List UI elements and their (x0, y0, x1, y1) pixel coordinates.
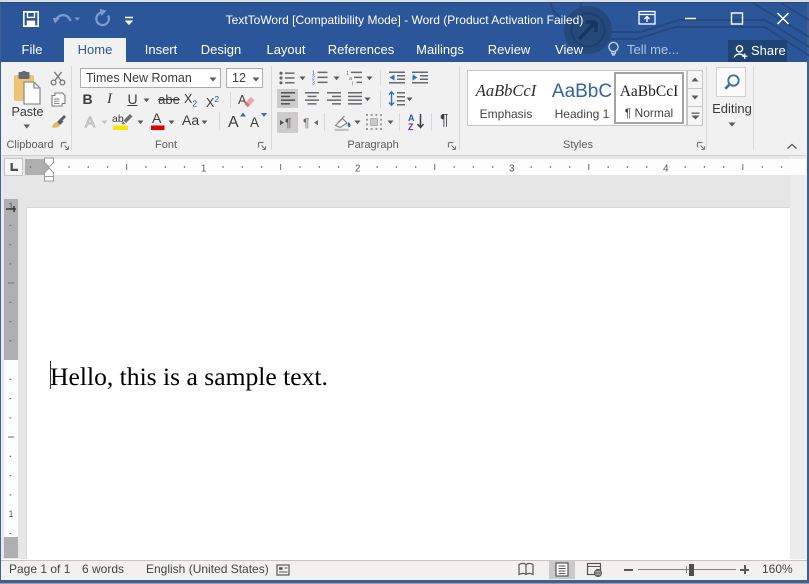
svg-text:2: 2 (355, 164, 361, 175)
svg-text:¶: ¶ (285, 116, 291, 129)
svg-text:i: i (352, 81, 353, 85)
svg-text:A: A (152, 110, 162, 126)
svg-text:¶: ¶ (303, 116, 309, 129)
svg-text:A: A (228, 114, 239, 130)
svg-text:1: 1 (8, 509, 13, 519)
svg-text:3: 3 (312, 81, 315, 85)
svg-text:3: 3 (509, 164, 515, 175)
svg-text:A: A (250, 115, 259, 130)
svg-text:Z: Z (408, 122, 414, 131)
svg-text:A: A (85, 114, 95, 129)
svg-text:1: 1 (201, 164, 207, 175)
svg-text:4: 4 (663, 164, 669, 175)
svg-text:ab: ab (112, 113, 124, 125)
